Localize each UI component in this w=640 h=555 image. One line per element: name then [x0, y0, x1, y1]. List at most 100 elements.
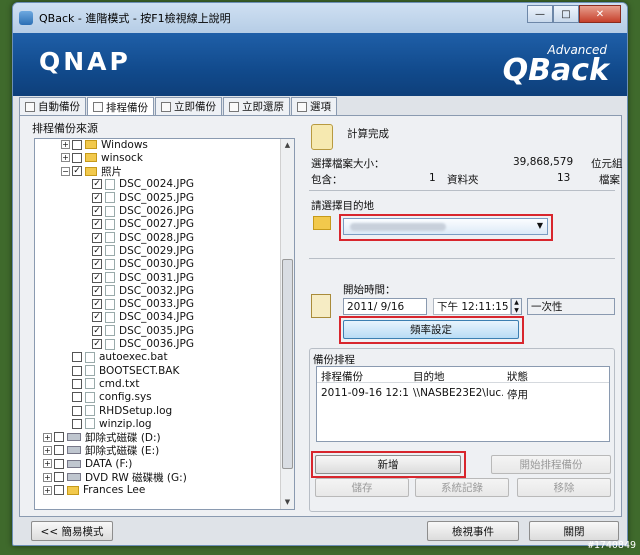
- tab-auto-backup[interactable]: 自動備份: [19, 97, 86, 115]
- tab-options[interactable]: 選項: [291, 97, 337, 115]
- tab-scheduled-backup[interactable]: 排程備份: [87, 97, 154, 116]
- tree-file-item[interactable]: ✓ DSC_0034.JPG: [81, 311, 194, 324]
- tree-file-item[interactable]: autoexec.bat: [61, 351, 168, 364]
- tree-checkbox[interactable]: [54, 432, 64, 443]
- tree-file-item[interactable]: ✓ DSC_0024.JPG: [81, 178, 194, 191]
- scroll-up-icon[interactable]: ▲: [281, 139, 294, 152]
- column-schedule[interactable]: 排程備份: [321, 369, 363, 384]
- tree-drive-item[interactable]: + DVD RW 磁碟機 (G:): [43, 471, 187, 484]
- tab-restore-now[interactable]: 立即還原: [223, 97, 290, 115]
- file-icon: [105, 218, 115, 230]
- tree-folder-item[interactable]: − ✓ 照片: [61, 165, 122, 178]
- expand-icon[interactable]: +: [43, 485, 52, 495]
- scheduled-backup-panel: 排程備份來源 ▲ ▼ + Windows + winsock − ✓ 照片 ✓ DSC_0024…: [19, 115, 623, 517]
- right-panel: 計算完成 選擇檔案大小： 39,868,579 位元組 包含： 1 資料夾 13…: [303, 116, 623, 516]
- tree-checkbox[interactable]: [54, 445, 64, 456]
- tree-checkbox[interactable]: ✓: [92, 339, 102, 349]
- remove-button[interactable]: 移除: [517, 478, 611, 497]
- tree-file-item[interactable]: ✓ DSC_0029.JPG: [81, 244, 194, 257]
- schedule-type-value: 一次性: [531, 301, 563, 313]
- minimize-button[interactable]: —: [527, 5, 553, 23]
- close-button[interactable]: 關閉: [529, 521, 619, 541]
- tree-checkbox[interactable]: [72, 365, 82, 376]
- tree-folder-item[interactable]: + winsock: [61, 151, 143, 164]
- tree-checkbox[interactable]: [54, 485, 64, 496]
- tree-file-item[interactable]: ✓ DSC_0025.JPG: [81, 191, 194, 204]
- tree-checkbox[interactable]: [54, 472, 64, 482]
- expand-icon[interactable]: +: [43, 472, 52, 482]
- column-status[interactable]: 狀態: [507, 369, 528, 384]
- qback-window: QBack - 進階模式 - 按F1檢視線上說明 — □ ✕ QNAP Adva…: [12, 2, 628, 546]
- expand-icon[interactable]: +: [43, 459, 52, 469]
- tree-drive-item[interactable]: + DATA (F:): [43, 457, 132, 470]
- tree-checkbox[interactable]: ✓: [92, 179, 102, 190]
- tab-backup-now[interactable]: 立即備份: [155, 97, 222, 115]
- system-log-button[interactable]: 系統記錄: [415, 478, 509, 497]
- tree-checkbox[interactable]: [54, 458, 64, 469]
- expand-icon[interactable]: +: [43, 432, 52, 442]
- tree-file-item[interactable]: ✓ DSC_0033.JPG: [81, 298, 194, 311]
- tree-file-item[interactable]: cmd.txt: [61, 377, 139, 390]
- tree-checkbox[interactable]: ✓: [92, 312, 102, 323]
- tree-file-item[interactable]: config.sys: [61, 391, 152, 404]
- tree-checkbox[interactable]: ✓: [92, 299, 102, 310]
- tree-checkbox[interactable]: [72, 392, 82, 403]
- tree-file-item[interactable]: ✓ DSC_0032.JPG: [81, 284, 194, 297]
- tree-scrollbar[interactable]: ▲ ▼: [280, 139, 294, 509]
- tree-drive-item[interactable]: + 卸除式磁碟 (D:): [43, 431, 161, 444]
- simple-mode-button[interactable]: << 簡易模式: [31, 521, 113, 541]
- file-icon: [105, 298, 115, 310]
- tree-folder-item[interactable]: + Frances Lee: [43, 484, 145, 497]
- tree-file-item[interactable]: ✓ DSC_0028.JPG: [81, 231, 194, 244]
- tree-checkbox[interactable]: [72, 378, 82, 389]
- source-tree[interactable]: ▲ ▼ + Windows + winsock − ✓ 照片 ✓ DSC_0024.JPG ✓ DS…: [34, 138, 295, 510]
- save-button[interactable]: 儲存: [315, 478, 409, 497]
- schedule-list[interactable]: 排程備份 目的地 狀態 2011-09-16 12:1... \\NASBE23…: [316, 366, 610, 442]
- tree-checkbox[interactable]: ✓: [92, 272, 102, 283]
- start-time-field[interactable]: 下午 12:11:15: [433, 298, 511, 315]
- file-icon: [105, 325, 115, 337]
- tree-item-label: autoexec.bat: [99, 351, 168, 364]
- tree-checkbox[interactable]: ✓: [92, 325, 102, 336]
- auto-backup-icon: [25, 101, 35, 112]
- tree-checkbox[interactable]: [72, 352, 82, 363]
- title-bar[interactable]: QBack - 進階模式 - 按F1檢視線上說明 — □ ✕: [13, 3, 627, 33]
- tab-bar: 自動備份 排程備份 立即備份 立即還原 選項: [19, 97, 338, 116]
- expand-icon[interactable]: +: [61, 140, 70, 149]
- view-events-button[interactable]: 檢視事件: [427, 521, 519, 541]
- tree-checkbox[interactable]: ✓: [72, 166, 82, 177]
- maximize-button[interactable]: □: [553, 5, 579, 23]
- tree-checkbox[interactable]: [72, 152, 82, 163]
- tree-file-item[interactable]: RHDSetup.log: [61, 404, 172, 417]
- collapse-icon[interactable]: −: [61, 166, 70, 176]
- expand-icon[interactable]: +: [43, 445, 52, 455]
- tree-checkbox[interactable]: ✓: [92, 245, 102, 256]
- scroll-thumb[interactable]: [282, 259, 293, 469]
- scroll-down-icon[interactable]: ▼: [281, 496, 294, 509]
- close-window-button[interactable]: ✕: [579, 5, 621, 23]
- tree-checkbox[interactable]: ✓: [92, 232, 102, 243]
- expand-icon[interactable]: +: [61, 153, 70, 163]
- start-schedule-button[interactable]: 開始排程備份: [491, 455, 611, 474]
- tree-checkbox[interactable]: [72, 418, 82, 429]
- tree-drive-item[interactable]: + 卸除式磁碟 (E:): [43, 444, 159, 457]
- tree-file-item[interactable]: ✓ DSC_0030.JPG: [81, 258, 194, 271]
- tree-file-item[interactable]: ✓ DSC_0026.JPG: [81, 205, 194, 218]
- tree-checkbox[interactable]: ✓: [92, 219, 102, 230]
- tree-file-item[interactable]: ✓ DSC_0035.JPG: [81, 324, 194, 337]
- column-destination[interactable]: 目的地: [413, 369, 445, 384]
- tree-folder-item[interactable]: + Windows: [61, 139, 148, 151]
- tree-file-item[interactable]: ✓ DSC_0031.JPG: [81, 271, 194, 284]
- tree-file-item[interactable]: winzip.log: [61, 417, 152, 430]
- tree-checkbox[interactable]: ✓: [92, 206, 102, 216]
- tree-checkbox[interactable]: ✓: [92, 192, 102, 203]
- tree-checkbox[interactable]: ✓: [92, 285, 102, 296]
- tree-checkbox[interactable]: [72, 405, 82, 416]
- tree-file-item[interactable]: ✓ DSC_0027.JPG: [81, 218, 194, 231]
- start-date-field[interactable]: 2011/ 9/16: [343, 298, 427, 315]
- tree-file-item[interactable]: ✓ DSC_0036.JPG: [81, 338, 194, 351]
- tree-checkbox[interactable]: [72, 139, 82, 150]
- tree-file-item[interactable]: BOOTSECT.BAK: [61, 364, 179, 377]
- time-spinner[interactable]: ▲ ▼: [511, 298, 522, 315]
- tree-checkbox[interactable]: ✓: [92, 259, 102, 270]
